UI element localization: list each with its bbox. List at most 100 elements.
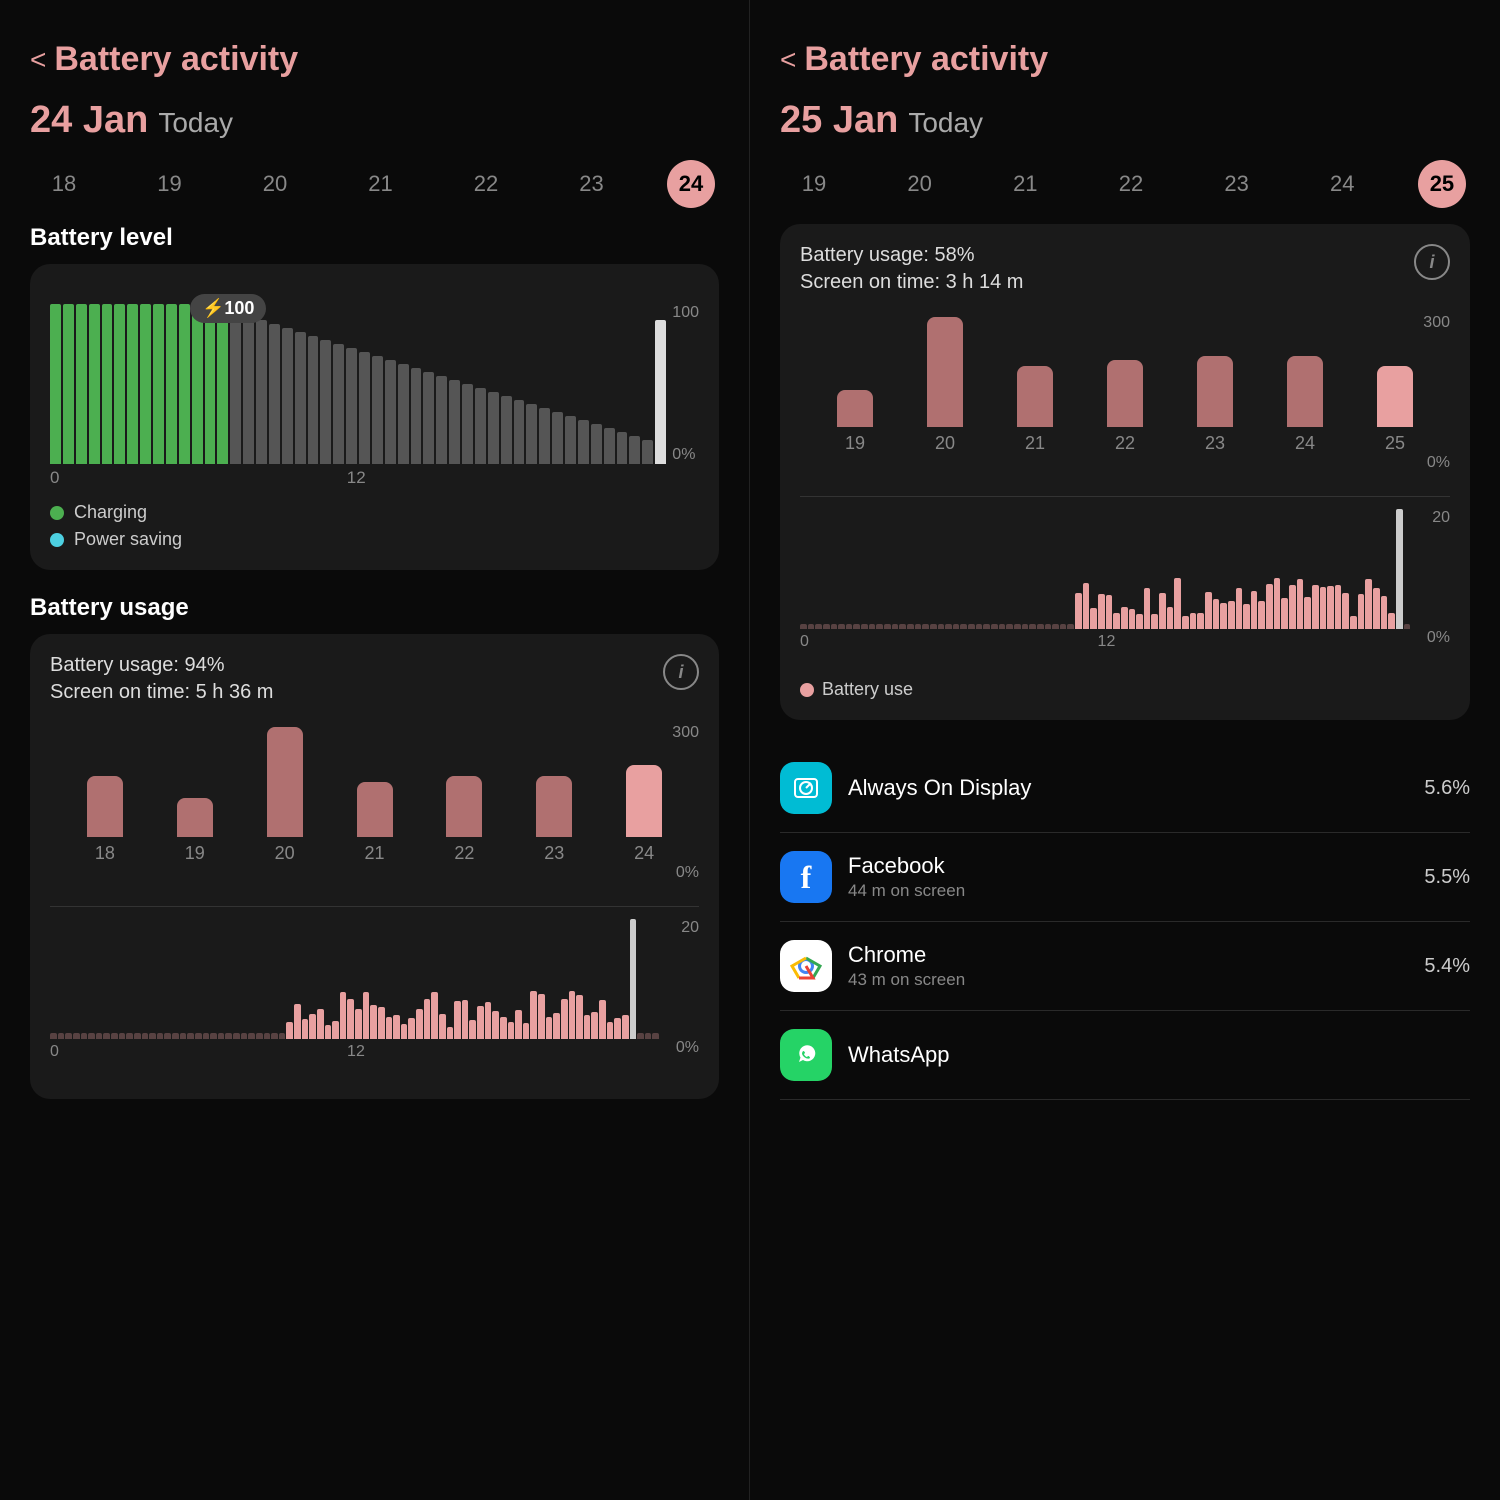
right-date-nav-item-19[interactable]: 19 [784, 171, 844, 197]
right-weekly-bar-24 [1287, 356, 1323, 427]
right-date-nav-item-22[interactable]: 22 [1101, 171, 1161, 197]
right-hourly-bar-12 [892, 624, 899, 629]
left-date-nav-item-18[interactable]: 18 [34, 171, 94, 197]
left-hourly-x-0: 0 [50, 1043, 59, 1061]
right-hourly-bar-42 [1121, 607, 1128, 629]
left-hourly-bar-60 [508, 1022, 515, 1039]
left-hourly-bar-43 [378, 1007, 385, 1039]
right-date-nav-item-25[interactable]: 25 [1418, 160, 1466, 208]
right-hourly-bar-77 [1388, 613, 1395, 629]
right-hourly-bar-4 [831, 624, 838, 629]
left-hourly-bar-2 [65, 1033, 72, 1039]
right-date-nav-item-24[interactable]: 24 [1312, 171, 1372, 197]
right-weekly-bar-wrap-21: 21 [990, 366, 1080, 454]
right-hourly-bar-41 [1113, 613, 1120, 629]
right-hourly-bar-16 [922, 624, 929, 629]
right-date-nav-item-20[interactable]: 20 [890, 171, 950, 197]
left-hourly-bar-53 [454, 1001, 461, 1039]
right-hourly-bar-18 [938, 624, 945, 629]
left-hourly-bar-29 [271, 1033, 278, 1039]
right-date-row: 25 Jan Today [780, 99, 1470, 142]
left-battery-bar-0 [50, 304, 61, 464]
right-hourly-bar-76 [1381, 596, 1388, 629]
app-list-item-3[interactable]: WhatsApp [780, 1011, 1470, 1100]
left-weekly-chart: 18192021222324 300 0% [50, 724, 699, 904]
left-hourly-bar-59 [500, 1017, 507, 1039]
left-battery-bar-43 [604, 428, 615, 464]
left-back-row: < Battery activity [30, 40, 719, 79]
left-date-nav: 18 19 20 21 22 23 24 [30, 160, 719, 208]
left-battery-bar-40 [565, 416, 576, 464]
left-weekly-bar-wrap-21: 21 [330, 782, 420, 864]
left-hourly-bar-67 [561, 999, 568, 1039]
right-date-nav-item-23[interactable]: 23 [1207, 171, 1267, 197]
left-hourly-bar-61 [515, 1010, 522, 1039]
right-hourly-bar-29 [1022, 624, 1029, 629]
right-hourly-bar-36 [1075, 593, 1082, 629]
left-battery-bar-3 [89, 304, 100, 464]
right-hourly-bar-28 [1014, 624, 1021, 629]
right-weekly-bar-20 [927, 317, 963, 427]
left-weekly-bar-label-23: 23 [544, 843, 564, 864]
right-hourly-bar-68 [1320, 587, 1327, 629]
right-hourly-bar-38 [1090, 608, 1097, 629]
left-date-nav-item-22[interactable]: 22 [456, 171, 516, 197]
right-hourly-bar-52 [1197, 613, 1204, 629]
left-hourly-bar-26 [248, 1033, 255, 1039]
left-weekly-y-bottom: 0% [676, 864, 699, 882]
left-panel: < Battery activity 24 Jan Today 18192021… [0, 0, 750, 1500]
left-hourly-y-bottom: 0% [676, 1039, 699, 1057]
app-list-item-1[interactable]: fFacebook44 m on screen5.5% [780, 833, 1470, 922]
right-hourly-bar-62 [1274, 578, 1281, 629]
app-info-3: WhatsApp [848, 1042, 1470, 1068]
left-y-top: 100 [672, 304, 699, 322]
left-hourly-bar-5 [88, 1033, 95, 1039]
left-battery-level-card: ⚡100 100 0% 0 12 Charging [30, 264, 719, 570]
right-hourly-bar-51 [1190, 613, 1197, 629]
right-hourly-x-0: 0 [800, 633, 809, 651]
left-weekly-bar-wrap-19: 19 [150, 798, 240, 864]
left-hourly-bar-47 [408, 1018, 415, 1039]
left-battery-bar-44 [617, 432, 628, 464]
right-hourly-bar-60 [1258, 601, 1265, 629]
left-date-nav-item-20[interactable]: 20 [245, 171, 305, 197]
left-legend-powersaving: Power saving [50, 529, 699, 550]
right-hourly-bar-63 [1281, 598, 1288, 629]
left-date-nav-item-21[interactable]: 21 [351, 171, 411, 197]
right-hourly-bar-54 [1213, 599, 1220, 629]
left-date-nav-item-24[interactable]: 24 [667, 160, 715, 208]
left-hourly-bar-46 [401, 1024, 408, 1039]
right-battery-usage-card: Battery usage: 58% Screen on time: 3 h 1… [780, 224, 1470, 720]
left-x-0: 0 [50, 468, 59, 488]
left-battery-bar-19 [295, 332, 306, 464]
right-app-list: Always On Display5.6%fFacebook44 m on sc… [780, 744, 1470, 1100]
right-info-icon[interactable]: i [1414, 244, 1450, 280]
left-battery-bar-37 [526, 404, 537, 464]
right-date-nav-item-21[interactable]: 21 [995, 171, 1055, 197]
left-date-nav-item-23[interactable]: 23 [562, 171, 622, 197]
right-back-row: < Battery activity [780, 40, 1470, 79]
left-info-icon[interactable]: i [663, 654, 699, 690]
right-hourly-y-bottom: 0% [1427, 629, 1450, 647]
left-battery-bar-9 [166, 304, 177, 464]
app-list-item-0[interactable]: Always On Display5.6% [780, 744, 1470, 833]
left-hourly-bar-15 [164, 1033, 171, 1039]
left-weekly-bar-wrap-22: 22 [419, 776, 509, 864]
right-weekly-bar-wrap-25: 25 [1350, 366, 1440, 454]
right-back-icon[interactable]: < [780, 44, 796, 76]
right-battery-use-legend: Battery use [800, 679, 1450, 700]
right-usage-header: Battery usage: 58% Screen on time: 3 h 1… [800, 244, 1450, 298]
app-list-item-2[interactable]: Chrome43 m on screen5.4% [780, 922, 1470, 1011]
right-hourly-bar-6 [846, 624, 853, 629]
left-battery-bar-28 [411, 368, 422, 464]
right-hourly-bar-13 [899, 624, 906, 629]
left-back-icon[interactable]: < [30, 44, 46, 76]
left-date-nav-item-19[interactable]: 19 [140, 171, 200, 197]
left-battery-bar-23 [346, 348, 357, 464]
right-weekly-bar-22 [1107, 360, 1143, 427]
left-hourly-bar-31 [286, 1022, 293, 1039]
left-weekly-bar-wrap-18: 18 [60, 776, 150, 864]
right-hourly-bar-57 [1236, 588, 1243, 629]
right-hourly-bar-64 [1289, 585, 1296, 629]
right-weekly-bar-label-25: 25 [1385, 433, 1405, 454]
